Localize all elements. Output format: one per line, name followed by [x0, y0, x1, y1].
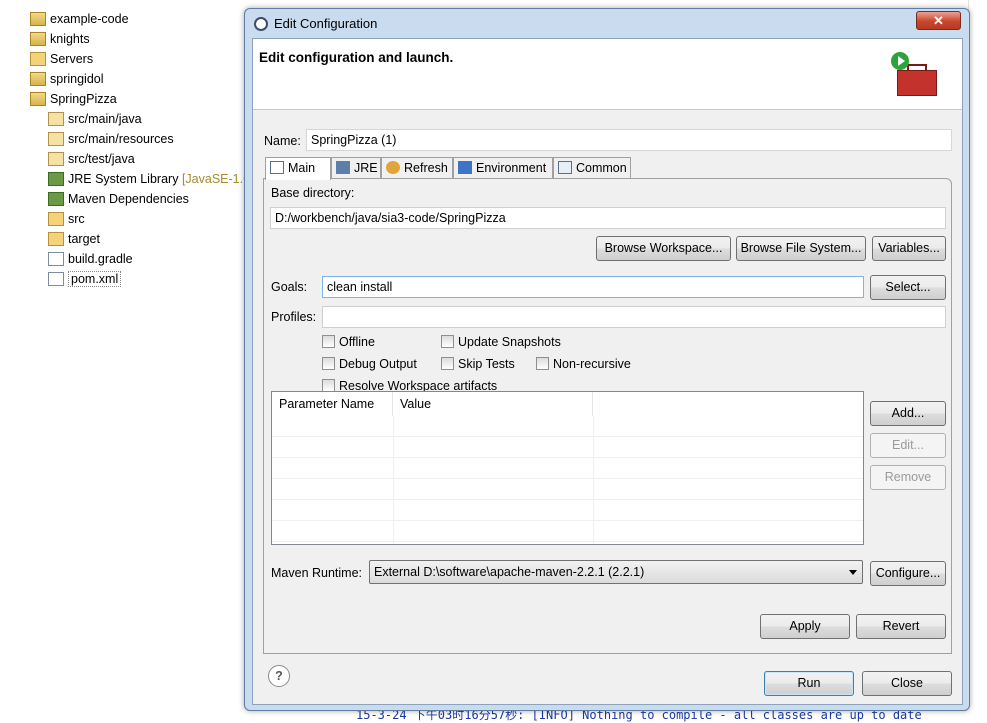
- table-row: [272, 479, 863, 500]
- common-tab-icon: [558, 161, 572, 174]
- column-header-value[interactable]: Value: [393, 392, 593, 416]
- tree-item-target[interactable]: target: [48, 229, 100, 249]
- library-icon: [48, 192, 64, 206]
- column-divider: [393, 416, 394, 544]
- goals-label: Goals:: [271, 280, 308, 294]
- name-field[interactable]: SpringPizza (1): [306, 129, 952, 151]
- checkbox-box: [322, 357, 335, 370]
- debug-output-checkbox[interactable]: Debug Output: [322, 357, 417, 371]
- project-explorer: example-code knights Servers springidol …: [0, 0, 250, 723]
- base-directory-field[interactable]: D:/workbench/java/sia3-code/SpringPizza: [270, 207, 946, 229]
- xml-file-icon: [48, 272, 64, 286]
- checkbox-box: [441, 335, 454, 348]
- eclipse-icon: [254, 17, 268, 31]
- file-icon: [48, 252, 64, 266]
- tree-item-build-gradle[interactable]: build.gradle: [48, 249, 133, 269]
- tree-item-example-code[interactable]: example-code: [30, 9, 129, 29]
- editor-edge: [968, 0, 987, 723]
- checkbox-box: [536, 357, 549, 370]
- edit-parameter-button[interactable]: Edit...: [870, 433, 946, 458]
- maven-project-icon: [30, 32, 46, 46]
- checkbox-box: [441, 357, 454, 370]
- folder-icon: [48, 232, 64, 246]
- table-row: [272, 437, 863, 458]
- banner-title: Edit configuration and launch.: [259, 50, 454, 65]
- maven-project-icon: [30, 72, 46, 86]
- maven-project-icon: [30, 92, 46, 106]
- maven-runtime-value: External D:\software\apache-maven-2.2.1 …: [374, 565, 645, 579]
- tree-item-knights[interactable]: knights: [30, 29, 90, 49]
- tree-item-src-main-resources[interactable]: src/main/resources: [48, 129, 174, 149]
- apply-button[interactable]: Apply: [760, 614, 850, 639]
- skip-tests-checkbox[interactable]: Skip Tests: [441, 357, 515, 371]
- configure-runtime-button[interactable]: Configure...: [870, 561, 946, 586]
- name-label: Name:: [264, 134, 301, 148]
- table-row: [272, 416, 863, 437]
- browse-file-system-button[interactable]: Browse File System...: [736, 236, 866, 261]
- environment-tab-icon: [458, 161, 472, 174]
- tree-item-src[interactable]: src: [48, 209, 85, 229]
- profiles-field[interactable]: [322, 306, 946, 328]
- tree-item-jre-library[interactable]: JRE System Library [JavaSE-1.6: [48, 169, 250, 189]
- close-button[interactable]: Close: [862, 671, 952, 696]
- add-parameter-button[interactable]: Add...: [870, 401, 946, 426]
- source-folder-icon: [48, 132, 64, 146]
- table-row: [272, 458, 863, 479]
- library-icon: [48, 172, 64, 186]
- tree-item-src-main-java[interactable]: src/main/java: [48, 109, 142, 129]
- table-row: [272, 500, 863, 521]
- remove-parameter-button[interactable]: Remove: [870, 465, 946, 490]
- profiles-label: Profiles:: [271, 310, 317, 324]
- checkbox-box: [322, 335, 335, 348]
- tab-jre[interactable]: JRE: [331, 157, 381, 179]
- tree-item-servers[interactable]: Servers: [30, 49, 93, 69]
- main-tab-icon: [270, 161, 284, 174]
- dialog-title: Edit Configuration: [274, 16, 378, 31]
- edit-configuration-dialog: Edit Configuration ✕ Edit configuration …: [244, 8, 970, 711]
- variables-button[interactable]: Variables...: [872, 236, 946, 261]
- column-header-empty: [593, 392, 863, 416]
- tree-item-src-test-java[interactable]: src/test/java: [48, 149, 135, 169]
- source-folder-icon: [48, 112, 64, 126]
- tree-item-maven-dependencies[interactable]: Maven Dependencies: [48, 189, 189, 209]
- browse-workspace-button[interactable]: Browse Workspace...: [596, 236, 731, 261]
- jre-tab-icon: [336, 161, 350, 174]
- run-button[interactable]: Run: [764, 671, 854, 696]
- maven-project-icon: [30, 12, 46, 26]
- help-icon[interactable]: ?: [268, 665, 290, 687]
- dialog-banner: Edit configuration and launch.: [253, 39, 962, 110]
- offline-checkbox[interactable]: Offline: [322, 335, 375, 349]
- tab-refresh[interactable]: Refresh: [381, 157, 453, 179]
- goals-field[interactable]: clean install: [322, 276, 864, 298]
- column-divider: [593, 416, 594, 544]
- select-goals-button[interactable]: Select...: [870, 275, 946, 300]
- folder-icon: [30, 52, 46, 66]
- parameters-table[interactable]: Parameter Name Value: [271, 391, 864, 545]
- table-row: [272, 521, 863, 542]
- non-recursive-checkbox[interactable]: Non-recursive: [536, 357, 631, 371]
- tree-item-springidol[interactable]: springidol: [30, 69, 104, 89]
- source-folder-icon: [48, 152, 64, 166]
- folder-icon: [48, 212, 64, 226]
- tree-item-pom-xml[interactable]: pom.xml: [48, 269, 122, 289]
- base-directory-label: Base directory:: [271, 186, 355, 200]
- toolbar-strip: [246, 0, 987, 8]
- dialog-client-area: Edit configuration and launch. Name: Spr…: [252, 38, 963, 705]
- column-header-parameter-name[interactable]: Parameter Name: [272, 392, 393, 416]
- update-snapshots-checkbox[interactable]: Update Snapshots: [441, 335, 561, 349]
- tab-environment[interactable]: Environment: [453, 157, 553, 179]
- tab-common[interactable]: Common: [553, 157, 631, 179]
- chevron-down-icon: [849, 570, 857, 575]
- refresh-tab-icon: [386, 161, 400, 174]
- maven-runtime-label: Maven Runtime:: [271, 566, 363, 580]
- title-bar[interactable]: Edit Configuration ✕: [245, 9, 969, 37]
- maven-runtime-select[interactable]: External D:\software\apache-maven-2.2.1 …: [369, 560, 863, 584]
- tree-item-springpizza[interactable]: SpringPizza: [30, 89, 117, 109]
- tab-main[interactable]: Main: [265, 157, 331, 180]
- window-close-button[interactable]: ✕: [916, 11, 961, 30]
- revert-button[interactable]: Revert: [856, 614, 946, 639]
- toolbox-launch-icon: [887, 52, 939, 100]
